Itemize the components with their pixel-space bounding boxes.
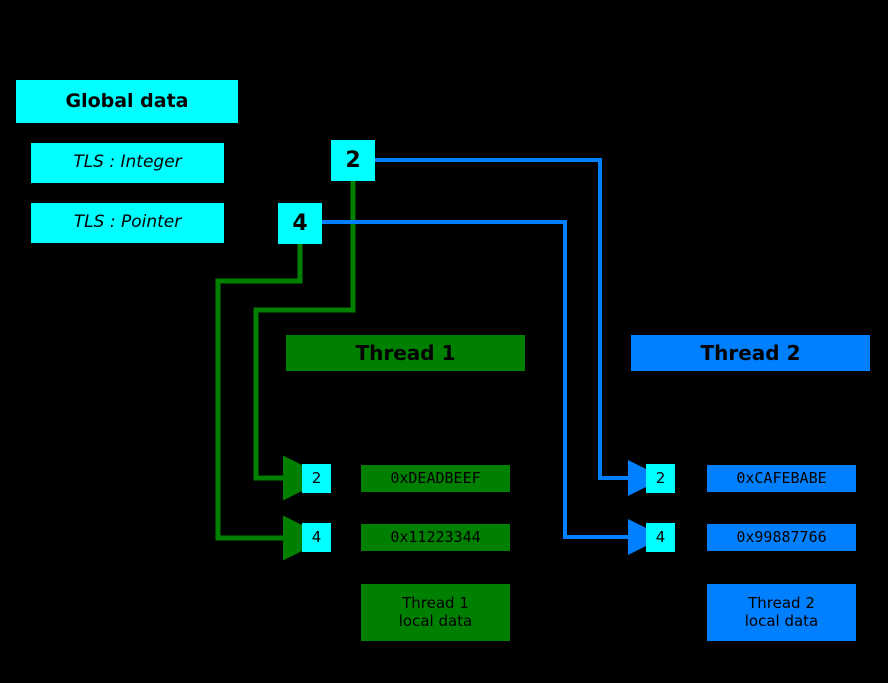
thread-2-local-data-line2: local data <box>744 611 819 630</box>
connector-key4-to-thread1 <box>215 244 328 561</box>
diagram-canvas: Global data TLS : Integer TLS : Pointer … <box>0 0 888 683</box>
connector-key2-to-thread2 <box>375 158 664 496</box>
thread-2-slot-value-2: 0xCAFEBABE <box>707 465 856 492</box>
thread-2-slot-key-2: 2 <box>646 464 675 493</box>
thread-2-slot-value-4: 0x99887766 <box>707 524 856 551</box>
thread-1-local-data: Thread 1 local data <box>361 584 510 641</box>
thread-2-header: Thread 2 <box>631 335 870 371</box>
thread-2-slot-key-4: 4 <box>646 523 675 552</box>
thread-2-local-data-line1: Thread 2 <box>748 594 815 613</box>
global-data-header: Global data <box>16 80 238 123</box>
tls-slot-integer: TLS : Integer <box>31 143 224 183</box>
thread-1-slot-value-2: 0xDEADBEEF <box>361 465 510 492</box>
thread-1-slot-value-4: 0x11223344 <box>361 524 510 551</box>
tls-slot-pointer: TLS : Pointer <box>31 203 224 243</box>
thread-1-slot-key-4: 4 <box>302 523 331 552</box>
tls-key-2: 2 <box>331 140 375 181</box>
tls-key-4: 4 <box>278 203 322 244</box>
thread-1-local-data-line1: Thread 1 <box>402 594 469 613</box>
thread-1-header: Thread 1 <box>286 335 525 371</box>
thread-2-local-data: Thread 2 local data <box>707 584 856 641</box>
thread-1-slot-key-2: 2 <box>302 464 331 493</box>
thread-1-local-data-line2: local data <box>398 611 473 630</box>
